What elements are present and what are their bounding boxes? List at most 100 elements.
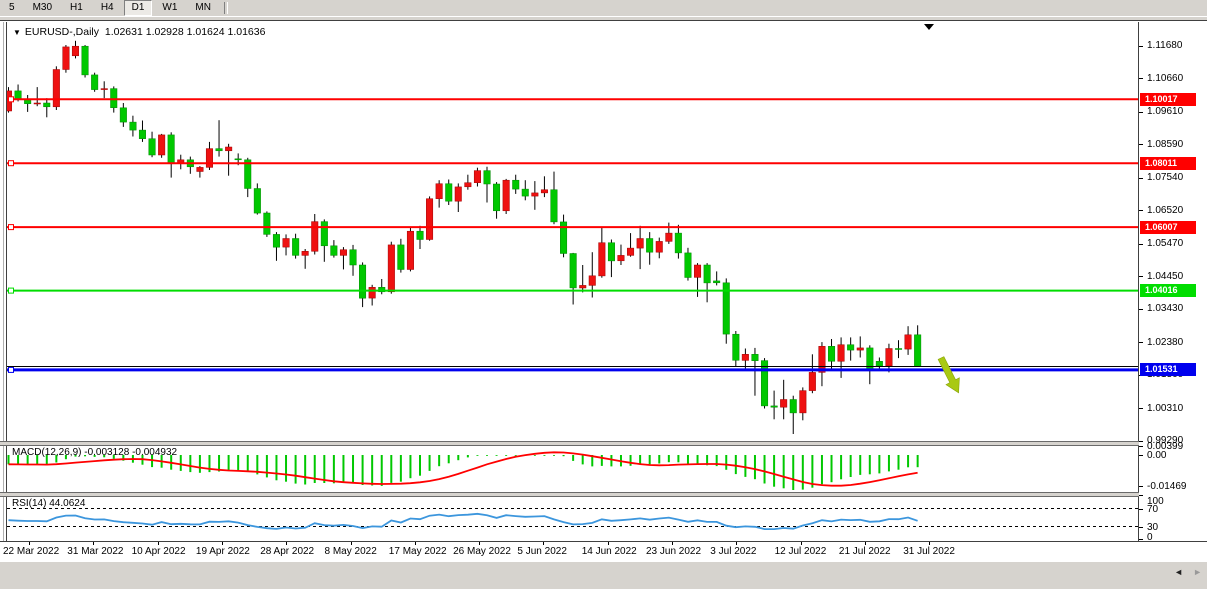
hline-1.08011[interactable] <box>7 161 1138 166</box>
candle <box>876 358 883 371</box>
date-label: 8 May 2022 <box>325 546 377 557</box>
date-label: 22 Mar 2022 <box>3 546 59 557</box>
candle <box>847 337 854 360</box>
candle-body <box>694 265 701 277</box>
price-chart-canvas[interactable] <box>7 22 1138 441</box>
timeframe-button-m30[interactable]: M30 <box>25 0 60 16</box>
hline-anchor[interactable] <box>9 225 14 230</box>
price-tick-dash <box>1139 112 1143 113</box>
candle <box>685 248 692 281</box>
line-price-badge: 1.01531 <box>1140 363 1196 376</box>
candle-body <box>685 253 692 278</box>
candle <box>580 265 587 292</box>
hline-anchor[interactable] <box>9 288 14 293</box>
price-tick-dash <box>1139 144 1143 145</box>
candle-body <box>91 75 98 90</box>
candle-body <box>388 245 395 292</box>
candle <box>120 103 127 127</box>
timeframe-button-h4[interactable]: H4 <box>93 0 122 16</box>
candle-body <box>111 89 118 108</box>
candle <box>72 41 79 59</box>
candle <box>273 232 280 261</box>
timeframe-button-d1[interactable]: D1 <box>124 0 153 16</box>
candle-body <box>589 276 596 286</box>
date-label: 12 Jul 2022 <box>775 546 827 557</box>
tab-scroll-left-icon[interactable]: ◄ <box>1174 567 1183 577</box>
candle-body <box>225 147 232 151</box>
date-tick <box>865 542 866 545</box>
date-tick <box>29 542 30 545</box>
candle <box>254 183 261 214</box>
candle <box>522 180 529 200</box>
timeframe-toolbar: 5M30H1H4D1W1MN <box>0 0 1207 16</box>
candle <box>895 340 902 358</box>
hline-1.01531[interactable] <box>7 367 1138 372</box>
hline-anchor[interactable] <box>9 367 14 372</box>
date-label: 31 Jul 2022 <box>903 546 955 557</box>
tab-scroll-right-icon[interactable]: ► <box>1193 567 1202 577</box>
candle <box>570 253 577 305</box>
down-arrow-annotation[interactable] <box>938 357 959 393</box>
hline-anchor[interactable] <box>9 97 14 102</box>
candle <box>379 279 386 294</box>
hline-1.10017[interactable] <box>7 97 1138 102</box>
candle <box>187 157 194 174</box>
candle <box>646 232 653 265</box>
candle-body <box>646 239 653 253</box>
rsi-label: RSI(14) 44.0624 <box>12 498 85 509</box>
candle <box>388 242 395 294</box>
price-tick-dash <box>1139 309 1143 310</box>
candle-body <box>780 400 787 408</box>
time-axis[interactable]: 22 Mar 202231 Mar 202210 Apr 202219 Apr … <box>0 541 1207 562</box>
rsi-tick-label: 70 <box>1147 504 1158 515</box>
candle <box>158 134 165 158</box>
candle <box>656 238 663 259</box>
candle-body <box>599 243 606 276</box>
candle <box>24 95 31 112</box>
candle <box>752 348 759 396</box>
candle <box>139 121 146 142</box>
candle <box>780 380 787 420</box>
line-price-badge: 1.06007 <box>1140 221 1196 234</box>
date-tick <box>286 542 287 545</box>
candle-body <box>120 108 127 122</box>
candle <box>666 223 673 244</box>
candle <box>168 132 175 177</box>
date-label: 5 Jun 2022 <box>517 546 567 557</box>
candle <box>790 396 797 434</box>
rsi-panel-canvas[interactable] <box>7 495 1138 540</box>
candle-body <box>197 167 204 171</box>
timeframe-button-h1[interactable]: H1 <box>62 0 91 16</box>
timeframe-button-mn[interactable]: MN <box>187 0 219 16</box>
candle-body <box>857 348 864 350</box>
hline-1.04016[interactable] <box>7 288 1138 293</box>
timeframe-button-w1[interactable]: W1 <box>154 0 185 16</box>
symbol-dropdown-icon[interactable]: ▼ <box>13 28 21 37</box>
candle-body <box>407 231 414 269</box>
date-label: 19 Apr 2022 <box>196 546 250 557</box>
candle <box>340 247 347 269</box>
candle-body <box>541 190 548 193</box>
candle-body <box>847 345 854 350</box>
hline-anchor[interactable] <box>9 161 14 166</box>
candle <box>292 234 299 259</box>
rsi-tick-dash <box>1139 527 1143 528</box>
candle-body <box>513 180 520 189</box>
macd-tick-dash <box>1139 486 1143 487</box>
candle <box>800 387 807 420</box>
price-tick-label: 1.06520 <box>1147 205 1183 216</box>
candle-body <box>627 248 634 255</box>
price-axis[interactable]: 1.116801.106601.096101.085901.075401.065… <box>1139 21 1207 561</box>
candle <box>637 226 644 269</box>
candle-body <box>292 239 299 256</box>
date-tick <box>222 542 223 545</box>
candle-body <box>340 250 347 256</box>
candle <box>302 249 309 269</box>
candle-body <box>350 250 357 265</box>
candle-body <box>130 122 137 130</box>
candle <box>197 166 204 178</box>
candle-body <box>522 189 529 196</box>
candle-body <box>704 265 711 283</box>
hline-1.06007[interactable] <box>7 225 1138 230</box>
timeframe-button-5[interactable]: 5 <box>1 0 23 16</box>
